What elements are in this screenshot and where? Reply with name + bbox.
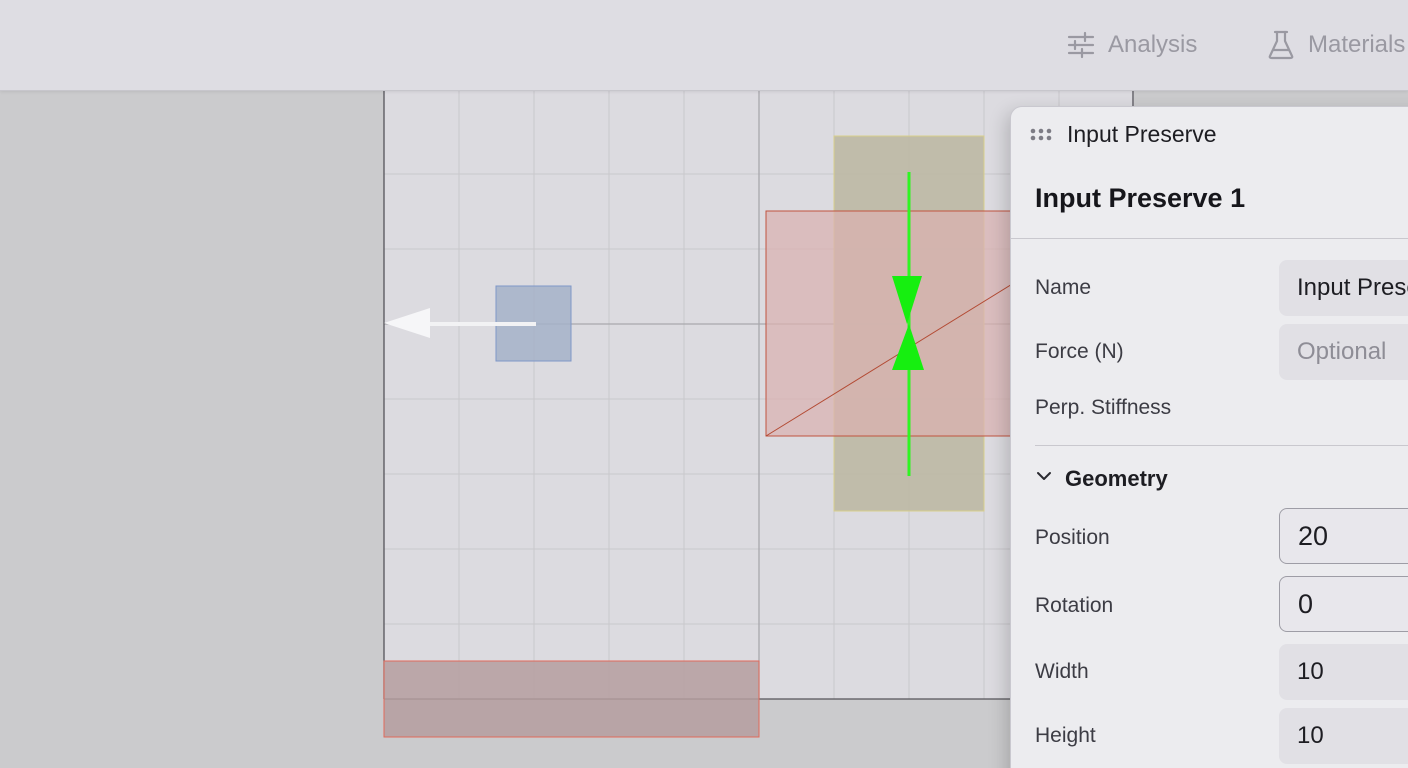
force-label: Force (N) [1035, 340, 1124, 363]
geometry-section-label: Geometry [1065, 465, 1168, 491]
rotation-input[interactable]: 0 [1279, 576, 1408, 632]
support-region[interactable] [383, 660, 760, 738]
height-input[interactable]: 10 [1279, 708, 1408, 764]
panel-type-label: Input Preserve [1067, 121, 1217, 147]
width-label: Width [1035, 660, 1089, 683]
analysis-label: Analysis [1108, 31, 1198, 58]
materials-label: Materials [1308, 31, 1406, 58]
top-toolbar: Analysis Materials [0, 0, 1408, 91]
width-input[interactable]: 10 [1279, 644, 1408, 700]
stiffness-label: Perp. Stiffness [1035, 396, 1172, 419]
rotation-label: Rotation [1035, 594, 1114, 617]
panel-title: Input Preserve 1 [1035, 183, 1246, 213]
position-label: Position [1035, 526, 1110, 549]
properties-panel: Input Preserve Input Preserve 1 Name Inp… [1010, 106, 1408, 768]
panel-header: Input Preserve [1011, 107, 1408, 163]
chevron-down-icon [1033, 465, 1055, 492]
grip-dots-icon[interactable] [1029, 127, 1053, 143]
app-root: Analysis Materials Input Preserve Input … [0, 0, 1408, 768]
position-input[interactable]: 20 [1279, 508, 1408, 564]
name-input[interactable]: Input Preserve 1 [1279, 260, 1408, 316]
properties-divider [1035, 445, 1408, 446]
name-label: Name [1035, 276, 1092, 299]
force-input[interactable]: Optional [1279, 324, 1408, 380]
height-label: Height [1035, 724, 1096, 747]
materials-button[interactable]: Materials [1266, 24, 1405, 66]
geometry-section-toggle[interactable]: Geometry [1033, 465, 1168, 492]
sliders-icon [1066, 30, 1096, 60]
flask-icon [1266, 29, 1296, 61]
title-divider [1011, 238, 1408, 239]
analysis-button[interactable]: Analysis [1066, 24, 1197, 66]
